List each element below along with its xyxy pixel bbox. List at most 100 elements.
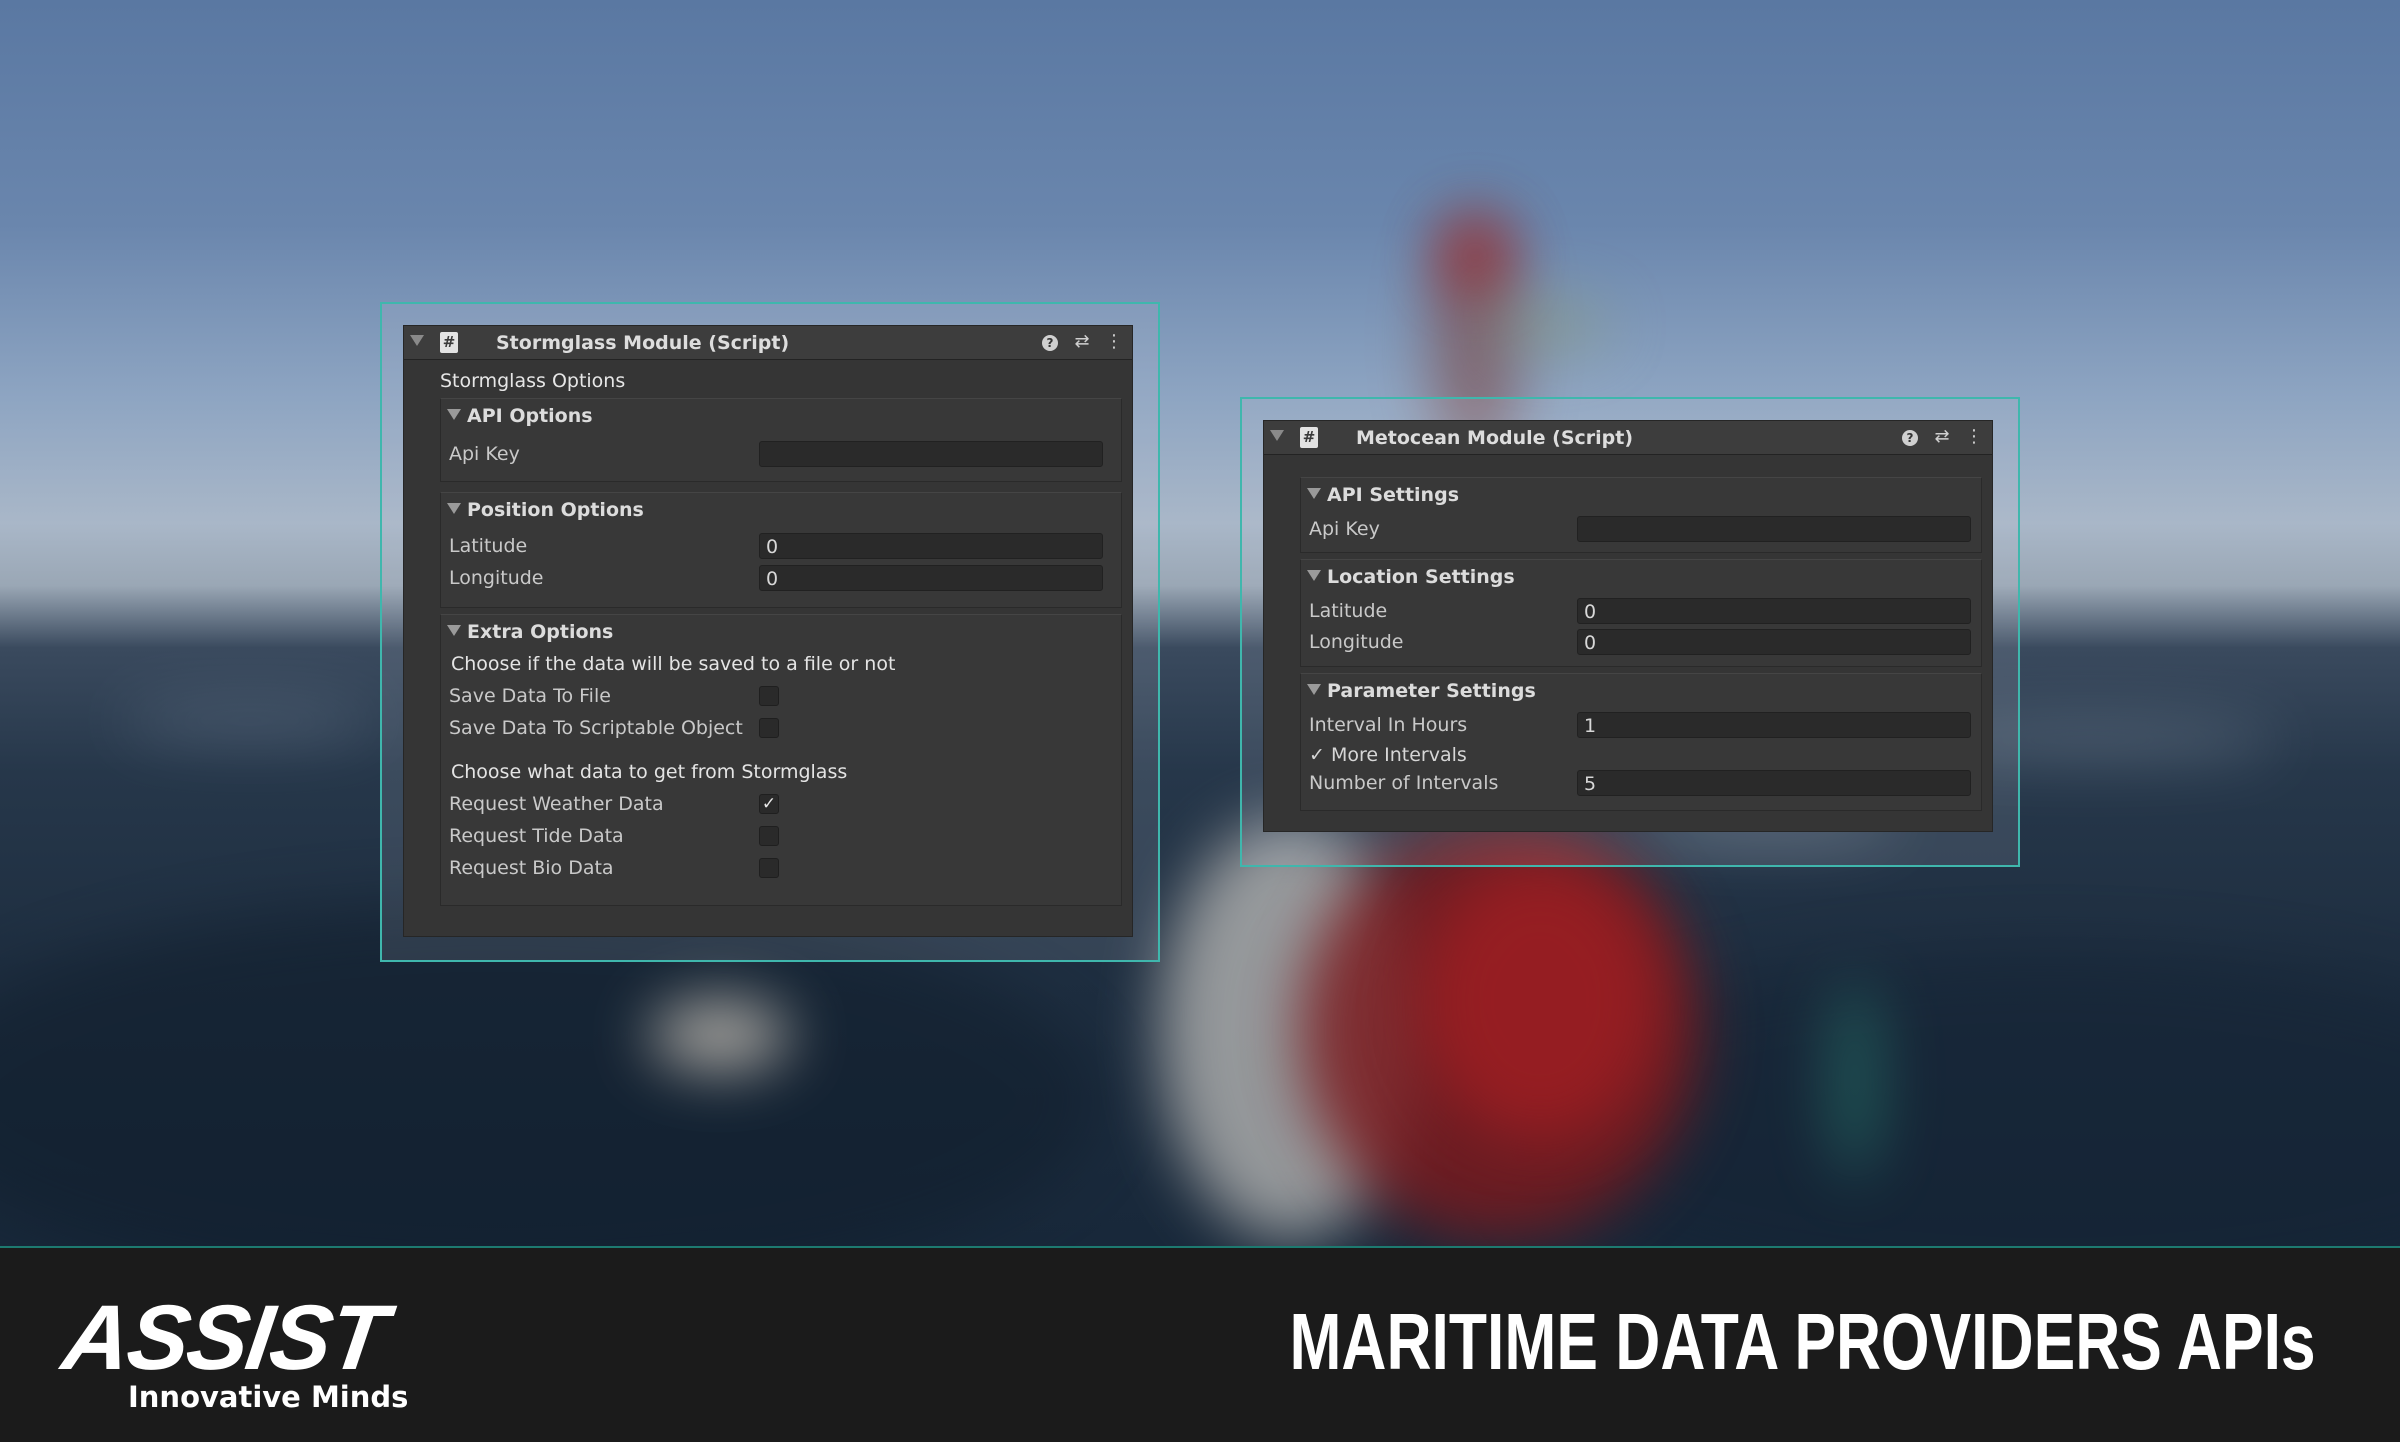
more-intervals-label: More Intervals (1330, 744, 1467, 766)
interval-input[interactable]: 1 (1577, 712, 1971, 738)
group-title: Position Options (467, 499, 644, 521)
save-to-scriptable-checkbox[interactable] (759, 718, 779, 738)
footer-bar: ASSIST Innovative Minds MARITIME DATA PR… (0, 1246, 2400, 1442)
more-intervals-toggle[interactable]: ✓ More Intervals (1309, 744, 1467, 766)
tide-row: Request Tide Data (441, 821, 1121, 851)
latitude-input[interactable]: 0 (759, 533, 1103, 559)
group-title: Location Settings (1327, 566, 1515, 588)
presets-icon[interactable]: ⇄ (1072, 331, 1092, 353)
foldout-arrow-icon[interactable] (447, 409, 461, 420)
stormglass-frame: # Stormglass Module (Script) ? ⇄ ⋮ Storm… (380, 302, 1160, 962)
group-title: API Settings (1327, 484, 1459, 506)
api-options-group: API Options Api Key (440, 398, 1122, 482)
background-scene (0, 0, 2400, 1246)
latitude-label: Latitude (449, 535, 528, 557)
more-intervals-row[interactable]: ✓ More Intervals (1301, 740, 1981, 770)
longitude-input[interactable]: 0 (759, 565, 1103, 591)
metocean-inspector: # Metocean Module (Script) ? ⇄ ⋮ API Set… (1264, 421, 1992, 831)
foldout-arrow-icon[interactable] (1307, 570, 1321, 581)
extra-options-foldout[interactable]: Extra Options (447, 621, 613, 643)
longitude-input[interactable]: 0 (1577, 629, 1971, 655)
weather-row: Request Weather Data ✓ (441, 789, 1121, 819)
footer-title: MARITIME DATA PROVIDERS APIs (1289, 1297, 2316, 1386)
latitude-label: Latitude (1309, 600, 1388, 622)
component-header[interactable]: # Stormglass Module (Script) ? ⇄ ⋮ (404, 326, 1132, 360)
interval-row: Interval In Hours 1 (1301, 710, 1981, 740)
api-settings-group: API Settings Api Key (1300, 477, 1982, 553)
num-intervals-input[interactable]: 5 (1577, 770, 1971, 796)
help-icon[interactable]: ? (1900, 426, 1920, 448)
longitude-row: Longitude 0 (441, 563, 1121, 593)
foldout-arrow-icon[interactable] (1270, 430, 1284, 441)
num-intervals-row: Number of Intervals 5 (1301, 768, 1981, 798)
component-title: Metocean Module (Script) (1356, 427, 1634, 449)
api-key-input[interactable] (759, 441, 1103, 467)
bio-label: Request Bio Data (449, 857, 614, 879)
bio-checkbox[interactable] (759, 858, 779, 878)
tide-checkbox[interactable] (759, 826, 779, 846)
latitude-row: Latitude 0 (441, 531, 1121, 561)
save-to-file-row: Save Data To File (441, 681, 1121, 711)
latitude-row: Latitude 0 (1301, 596, 1981, 626)
location-settings-group: Location Settings Latitude 0 Longitude 0 (1300, 559, 1982, 667)
script-icon: # (440, 332, 458, 353)
group-title: Parameter Settings (1327, 680, 1536, 702)
weather-label: Request Weather Data (449, 793, 664, 815)
save-to-file-checkbox[interactable] (759, 686, 779, 706)
latitude-input[interactable]: 0 (1577, 598, 1971, 624)
stormglass-inspector: # Stormglass Module (Script) ? ⇄ ⋮ Storm… (404, 326, 1132, 936)
assist-logo: ASSIST Innovative Minds (56, 1286, 440, 1416)
logo-wordmark: ASSIST (56, 1287, 392, 1389)
api-key-row: Api Key (441, 439, 1121, 469)
component-header[interactable]: # Metocean Module (Script) ? ⇄ ⋮ (1264, 421, 1992, 455)
wave-foam (650, 1000, 790, 1070)
api-options-foldout[interactable]: API Options (447, 405, 593, 427)
component-title: Stormglass Module (Script) (496, 332, 790, 354)
api-key-row: Api Key (1301, 514, 1981, 544)
foldout-arrow-icon[interactable] (410, 335, 424, 346)
script-icon: # (1300, 427, 1318, 448)
api-settings-foldout[interactable]: API Settings (1307, 484, 1459, 506)
location-settings-foldout[interactable]: Location Settings (1307, 566, 1515, 588)
num-intervals-label: Number of Intervals (1309, 772, 1499, 794)
options-title: Stormglass Options (440, 370, 626, 392)
kebab-menu-icon[interactable]: ⋮ (1104, 331, 1124, 353)
weather-checkbox[interactable]: ✓ (759, 794, 779, 814)
tide-label: Request Tide Data (449, 825, 624, 847)
kebab-menu-icon[interactable]: ⋮ (1964, 426, 1984, 448)
api-key-label: Api Key (1309, 518, 1380, 540)
position-options-group: Position Options Latitude 0 Longitude 0 (440, 492, 1122, 608)
longitude-label: Longitude (449, 567, 544, 589)
longitude-label: Longitude (1309, 631, 1404, 653)
api-key-label: Api Key (449, 443, 520, 465)
save-note: Choose if the data will be saved to a fi… (451, 653, 896, 675)
api-key-input[interactable] (1577, 516, 1971, 542)
bio-row: Request Bio Data (441, 853, 1121, 883)
foldout-arrow-icon[interactable] (1307, 684, 1321, 695)
longitude-row: Longitude 0 (1301, 627, 1981, 657)
buoy-panel (1490, 300, 1610, 350)
teal-reflection (1830, 980, 1880, 1180)
parameter-settings-group: Parameter Settings Interval In Hours 1 ✓… (1300, 673, 1982, 811)
wave-foam (120, 700, 380, 740)
interval-label: Interval In Hours (1309, 714, 1468, 736)
logo-tagline: Innovative Minds (128, 1380, 409, 1414)
presets-icon[interactable]: ⇄ (1932, 426, 1952, 448)
foldout-arrow-icon[interactable] (447, 503, 461, 514)
check-icon: ✓ (1309, 744, 1325, 766)
position-options-foldout[interactable]: Position Options (447, 499, 644, 521)
group-title: API Options (467, 405, 593, 427)
boat-hull-red (1420, 860, 1660, 1140)
save-to-scriptable-label: Save Data To Scriptable Object (449, 717, 743, 739)
help-icon[interactable]: ? (1040, 331, 1060, 353)
parameter-settings-foldout[interactable]: Parameter Settings (1307, 680, 1536, 702)
foldout-arrow-icon[interactable] (447, 625, 461, 636)
group-title: Extra Options (467, 621, 614, 643)
extra-options-group: Extra Options Choose if the data will be… (440, 614, 1122, 906)
request-note: Choose what data to get from Stormglass (451, 761, 848, 783)
save-to-file-label: Save Data To File (449, 685, 611, 707)
save-to-scriptable-row: Save Data To Scriptable Object (441, 713, 1121, 743)
foldout-arrow-icon[interactable] (1307, 488, 1321, 499)
metocean-frame: # Metocean Module (Script) ? ⇄ ⋮ API Set… (1240, 397, 2020, 867)
buoy-top (1440, 220, 1510, 290)
